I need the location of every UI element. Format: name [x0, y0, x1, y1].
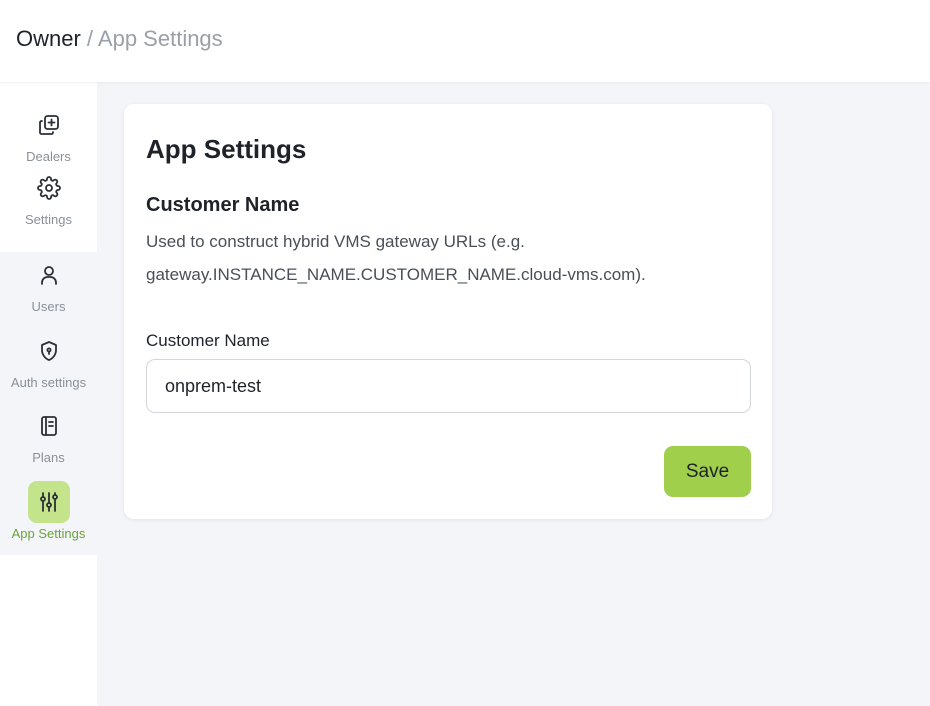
sidebar-item-plans[interactable]: Plans: [0, 405, 97, 481]
breadcrumb: Owner / App Settings: [16, 25, 223, 53]
sidebar-item-label: App Settings: [11, 526, 86, 541]
shield-icon: [28, 330, 70, 372]
section-title: Customer Name: [146, 194, 300, 216]
sliders-icon: [27, 481, 70, 523]
sidebar-item-label: Auth settings: [10, 375, 87, 390]
page-title: App Settings: [146, 134, 307, 164]
sidebar-subgroup: Users Auth settings Plans App Settings: [0, 252, 97, 555]
customer-name-input[interactable]: [146, 359, 751, 413]
save-button[interactable]: Save: [664, 446, 751, 497]
app-settings-card: App Settings Customer Name Used to const…: [124, 104, 772, 519]
sidebar-item-dealers[interactable]: Dealers: [0, 82, 97, 167]
top-bar: Owner / App Settings: [0, 0, 930, 82]
sidebar-item-users[interactable]: Users: [0, 254, 97, 330]
sidebar-item-label: Users: [31, 299, 66, 314]
breadcrumb-current: App Settings: [97, 26, 223, 51]
gear-icon: [28, 167, 70, 209]
notebook-icon: [28, 405, 70, 447]
sidebar-item-label: Settings: [25, 212, 72, 227]
section-description: Used to construct hybrid VMS gateway URL…: [146, 232, 646, 284]
sidebar-item-label: Dealers: [26, 149, 71, 164]
breadcrumb-separator: /: [80, 26, 98, 51]
dealers-icon: [28, 104, 70, 146]
customer-name-label: Customer Name: [146, 331, 270, 350]
sidebar-item-auth-settings[interactable]: Auth settings: [0, 330, 97, 405]
sidebar-item-settings[interactable]: Settings: [0, 167, 97, 252]
sidebar-item-app-settings[interactable]: App Settings: [0, 481, 97, 555]
sidebar: Dealers Settings Users Auth settings Pla…: [0, 82, 97, 706]
user-icon: [28, 254, 70, 296]
sidebar-item-label: Plans: [32, 450, 65, 465]
breadcrumb-owner-link[interactable]: Owner: [16, 26, 81, 51]
